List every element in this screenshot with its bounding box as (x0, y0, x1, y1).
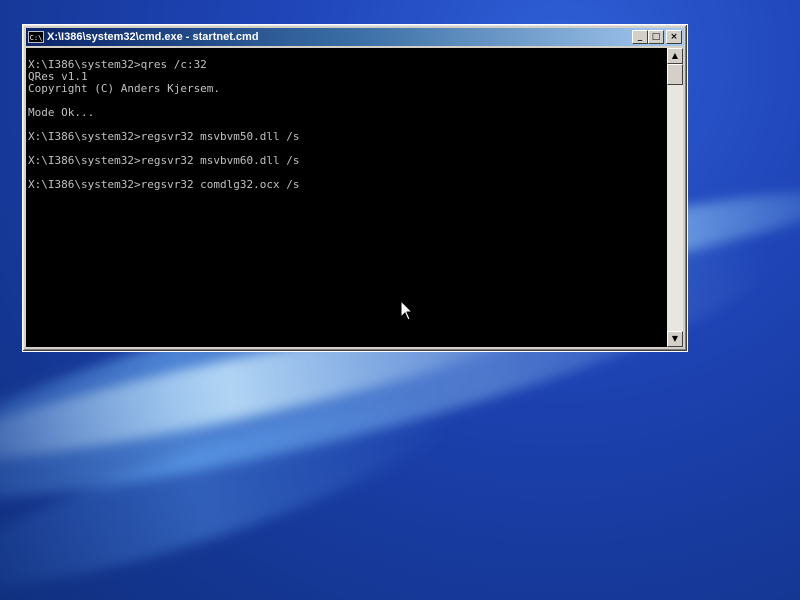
window-title: X:\I386\system32\cmd.exe - startnet.cmd (47, 31, 259, 43)
close-button[interactable]: × (666, 30, 682, 44)
console-line: X:\I386\system32>regsvr32 msvbvm50.dll /… (28, 130, 300, 143)
console-output-area[interactable]: X:\I386\system32>qres /c:32 QRes v1.1 Co… (26, 48, 667, 347)
vertical-scrollbar[interactable]: ▲ ▼ (667, 48, 683, 347)
scroll-up-arrow-icon[interactable]: ▲ (667, 48, 683, 64)
console-line: Mode Ok... (28, 106, 95, 119)
console-line: X:\I386\system32>regsvr32 comdlg32.ocx /… (28, 178, 300, 191)
console-line: X:\I386\system32>qres /c:32 (28, 58, 207, 71)
console-text: X:\I386\system32>qres /c:32 QRes v1.1 Co… (26, 48, 667, 191)
cmd-window[interactable]: C:\ X:\I386\system32\cmd.exe - startnet.… (22, 24, 688, 352)
maximize-button[interactable]: □ (648, 30, 664, 44)
minimize-button[interactable]: _ (632, 30, 648, 44)
title-bar-buttons: _ □ × (632, 30, 682, 44)
console-line: Copyright (C) Anders Kjersem. (28, 82, 221, 95)
scroll-down-arrow-icon[interactable]: ▼ (667, 331, 683, 347)
title-bar[interactable]: C:\ X:\I386\system32\cmd.exe - startnet.… (26, 28, 684, 46)
desktop: C:\ X:\I386\system32\cmd.exe - startnet.… (0, 0, 800, 600)
mouse-pointer-icon (400, 300, 414, 321)
cmd-app-icon[interactable]: C:\ (28, 31, 44, 43)
scroll-thumb[interactable] (667, 64, 683, 85)
console-line: X:\I386\system32>regsvr32 msvbvm60.dll /… (28, 154, 300, 167)
